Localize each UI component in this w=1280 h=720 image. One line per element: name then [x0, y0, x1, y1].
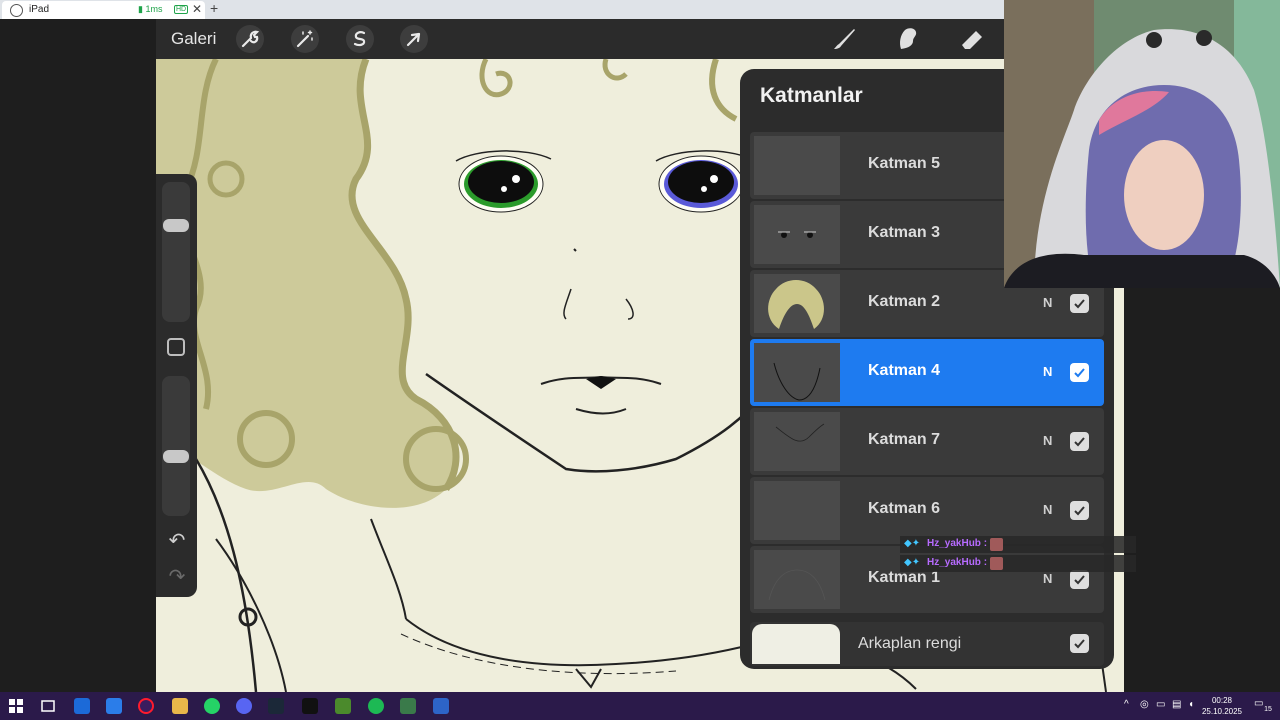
chat-username: Hz_yakHub : — [927, 538, 987, 549]
opacity-thumb[interactable] — [163, 450, 189, 463]
smudge-icon[interactable] — [891, 23, 923, 55]
volume-icon[interactable]: ◖ — [1188, 699, 1194, 710]
chat-username: Hz_yakHub : — [927, 557, 987, 568]
chat-separator: : — [983, 538, 988, 549]
visibility-checkbox[interactable] — [1070, 570, 1089, 589]
spotify-icon[interactable] — [368, 698, 384, 714]
layers-title: Katmanlar — [760, 84, 863, 107]
visibility-checkbox[interactable] — [1070, 363, 1089, 382]
visibility-checkbox[interactable] — [1070, 501, 1089, 520]
emote-icon — [990, 557, 1003, 570]
browser-tab[interactable]: iPad ▮ 1ms HD ✕ — [2, 1, 205, 19]
clock-time[interactable]: 00:28 — [1198, 696, 1246, 705]
blend-mode[interactable]: N — [1043, 502, 1052, 517]
side-toolbar: ↶ ↷ — [156, 174, 197, 597]
desktop: iPad ▮ 1ms HD ✕ + Galeri ↶ ↷ Katmanlar K… — [0, 0, 1280, 720]
layer-thumbnail — [754, 550, 840, 609]
background-color-swatch[interactable] — [752, 624, 840, 664]
windows-taskbar: ^ ◎ ▭ ▤ ◖ 00:28 25.10.2025 ▭ 15 — [0, 692, 1280, 720]
latency-indicator: ▮ 1ms — [138, 4, 163, 14]
chat-badge-icon: ◆✦ — [904, 557, 921, 568]
gallery-button[interactable]: Galeri — [171, 29, 216, 49]
latency-text: 1ms — [145, 4, 163, 14]
webcam-feed — [1004, 0, 1280, 288]
layer-name: Katman 2 — [868, 293, 941, 310]
undo-button[interactable]: ↶ — [164, 528, 190, 553]
chat-username-text: Hz_yakHub — [927, 538, 981, 549]
minecraft-icon[interactable] — [335, 698, 351, 714]
chat-message: ◆✦ Hz_yakHub : — [900, 536, 1136, 553]
tray-overflow-icon[interactable]: ^ — [1124, 699, 1129, 710]
blend-mode[interactable]: N — [1043, 571, 1052, 586]
chat-username-text: Hz_yakHub — [927, 557, 981, 568]
layer-name: Katman 5 — [868, 155, 941, 172]
windows-start-icon[interactable] — [8, 698, 24, 714]
visibility-checkbox[interactable] — [1070, 634, 1089, 653]
app-icon[interactable] — [400, 698, 416, 714]
layer-thumbnail — [754, 343, 840, 402]
clock-date[interactable]: 25.10.2025 — [1198, 707, 1246, 716]
epic-games-icon[interactable] — [302, 698, 318, 714]
modify-button[interactable] — [167, 338, 185, 356]
app-icon[interactable] — [433, 698, 449, 714]
discord-icon[interactable] — [236, 698, 252, 714]
layer-thumbnail — [754, 274, 840, 333]
chat-badge-icon: ◆✦ — [904, 538, 921, 549]
tray-app-icon[interactable]: ◎ — [1140, 699, 1149, 710]
file-explorer-icon[interactable] — [172, 698, 188, 714]
chat-separator: : — [983, 557, 988, 568]
notification-count: 15 — [1264, 706, 1272, 713]
mail-icon[interactable] — [106, 698, 122, 714]
favicon-icon — [10, 4, 23, 17]
ipad-screen: Galeri ↶ ↷ Katmanlar Katman 5 Katman 3 K… — [156, 19, 1124, 692]
blend-mode[interactable]: N — [1043, 433, 1052, 448]
tab-title: iPad — [29, 4, 50, 15]
layer-name: Katman 3 — [868, 224, 941, 241]
layer-thumbnail — [754, 481, 840, 540]
visibility-checkbox[interactable] — [1070, 432, 1089, 451]
store-icon[interactable] — [74, 698, 90, 714]
layer-thumbnail — [754, 205, 840, 264]
steam-icon[interactable] — [268, 698, 284, 714]
network-icon[interactable]: ▤ — [1172, 699, 1181, 710]
background-color-row[interactable]: Arkaplan rengi — [750, 622, 1104, 666]
blend-mode[interactable]: N — [1043, 364, 1052, 379]
brush-size-thumb[interactable] — [163, 219, 189, 232]
layer-name: Katman 4 — [868, 362, 941, 379]
emote-icon — [990, 538, 1003, 551]
redo-button[interactable]: ↷ — [164, 564, 190, 589]
blend-mode[interactable]: N — [1043, 295, 1052, 310]
transform-arrow-icon[interactable] — [400, 25, 428, 53]
layer-name: Katman 7 — [868, 431, 941, 448]
whatsapp-icon[interactable] — [204, 698, 220, 714]
layer-row[interactable]: Katman 7 N — [750, 408, 1104, 475]
quality-badge: HD — [174, 5, 189, 14]
opacity-slider[interactable] — [162, 376, 190, 516]
magic-wand-icon[interactable] — [291, 25, 319, 53]
background-color-label: Arkaplan rengi — [858, 635, 962, 652]
task-view-icon[interactable] — [40, 698, 56, 714]
brush-size-slider[interactable] — [162, 182, 190, 322]
layer-name: Katman 6 — [868, 500, 941, 517]
new-tab-button[interactable]: + — [210, 0, 218, 16]
close-tab-icon[interactable]: ✕ — [192, 2, 202, 16]
wrench-icon[interactable] — [236, 25, 264, 53]
layer-row[interactable]: Katman 6 N — [750, 477, 1104, 544]
procreate-topbar: Galeri — [156, 19, 1124, 59]
eraser-icon[interactable] — [956, 23, 988, 55]
battery-icon[interactable]: ▭ — [1156, 699, 1165, 710]
layer-thumbnail — [754, 412, 840, 471]
layer-thumbnail — [754, 136, 840, 195]
selection-icon[interactable] — [346, 25, 374, 53]
brush-icon[interactable] — [828, 23, 860, 55]
opera-gx-icon[interactable] — [138, 698, 154, 714]
chat-message: ◆✦ Hz_yakHub : — [900, 555, 1136, 572]
layer-row[interactable]: Katman 4 N — [750, 339, 1104, 406]
visibility-checkbox[interactable] — [1070, 294, 1089, 313]
